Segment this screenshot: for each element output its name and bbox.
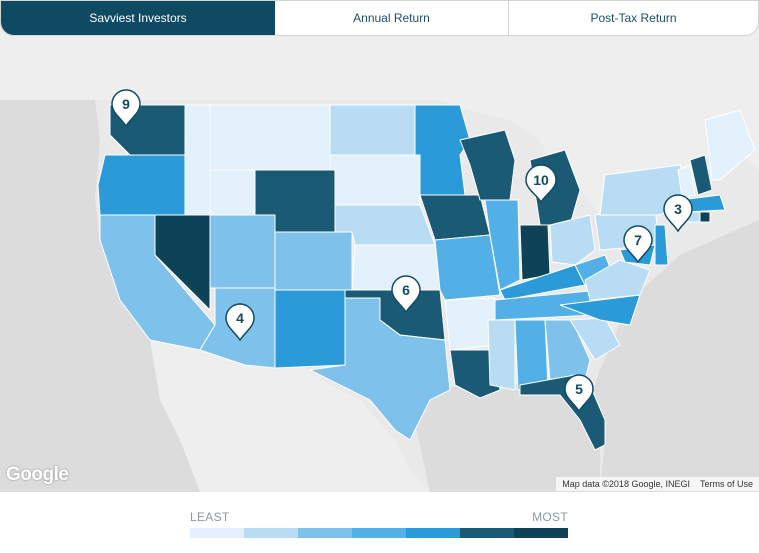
state-indiana[interactable]: [519, 224, 551, 281]
state-idaho[interactable]: [184, 104, 211, 216]
map-pin-label: 4: [236, 310, 244, 326]
tab-post-tax-return[interactable]: Post-Tax Return: [509, 1, 758, 35]
state-alabama[interactable]: [514, 319, 549, 391]
legend-swatch-3: [298, 528, 352, 538]
legend-most-label: MOST: [532, 510, 568, 524]
map-attribution: Map data ©2018 Google, INEGI Terms of Us…: [556, 477, 759, 491]
state-mississippi[interactable]: [487, 319, 516, 391]
state-oregon[interactable]: [97, 154, 186, 216]
choropleth-map[interactable]: 9 10 3 7 6 4 5 Google Map data ©2018 Goo…: [0, 0, 759, 492]
state-rhode-island[interactable]: [699, 211, 711, 223]
legend-color-scale: [190, 528, 568, 538]
state-missouri[interactable]: [434, 234, 501, 301]
us-state-map: 9 10 3 7 6 4 5: [0, 0, 759, 492]
state-utah[interactable]: [209, 214, 276, 289]
map-pin-label: 3: [674, 201, 682, 217]
google-logo: Google: [6, 464, 69, 485]
map-pin-label: 7: [634, 232, 642, 248]
state-arkansas[interactable]: [444, 297, 496, 351]
state-montana[interactable]: [209, 104, 331, 171]
legend-swatch-5: [406, 528, 460, 538]
metric-tabs: Savviest Investors Annual Return Post-Ta…: [0, 0, 759, 36]
state-north-dakota[interactable]: [329, 104, 416, 156]
map-legend: LEAST MOST: [190, 508, 568, 538]
state-south-dakota[interactable]: [329, 154, 421, 206]
tab-savviest-investors[interactable]: Savviest Investors: [1, 1, 275, 35]
legend-swatch-1: [190, 528, 244, 538]
terms-of-use-link[interactable]: Terms of Use: [700, 477, 753, 491]
legend-swatch-2: [244, 528, 298, 538]
map-data-credit: Map data ©2018 Google, INEGI: [562, 479, 690, 489]
map-pin-label: 5: [575, 381, 583, 397]
legend-swatch-7: [514, 528, 568, 538]
legend-swatch-6: [460, 528, 514, 538]
legend-least-label: LEAST: [190, 510, 230, 524]
map-pin-label: 9: [122, 96, 130, 112]
map-pin-label: 6: [402, 282, 410, 298]
tab-annual-return[interactable]: Annual Return: [275, 1, 509, 35]
legend-swatch-4: [352, 528, 406, 538]
map-pin-label: 10: [533, 172, 549, 188]
state-new-mexico[interactable]: [274, 289, 346, 369]
state-minnesota[interactable]: [414, 104, 471, 196]
state-colorado[interactable]: [274, 231, 353, 291]
state-idaho-south[interactable]: [209, 169, 256, 216]
